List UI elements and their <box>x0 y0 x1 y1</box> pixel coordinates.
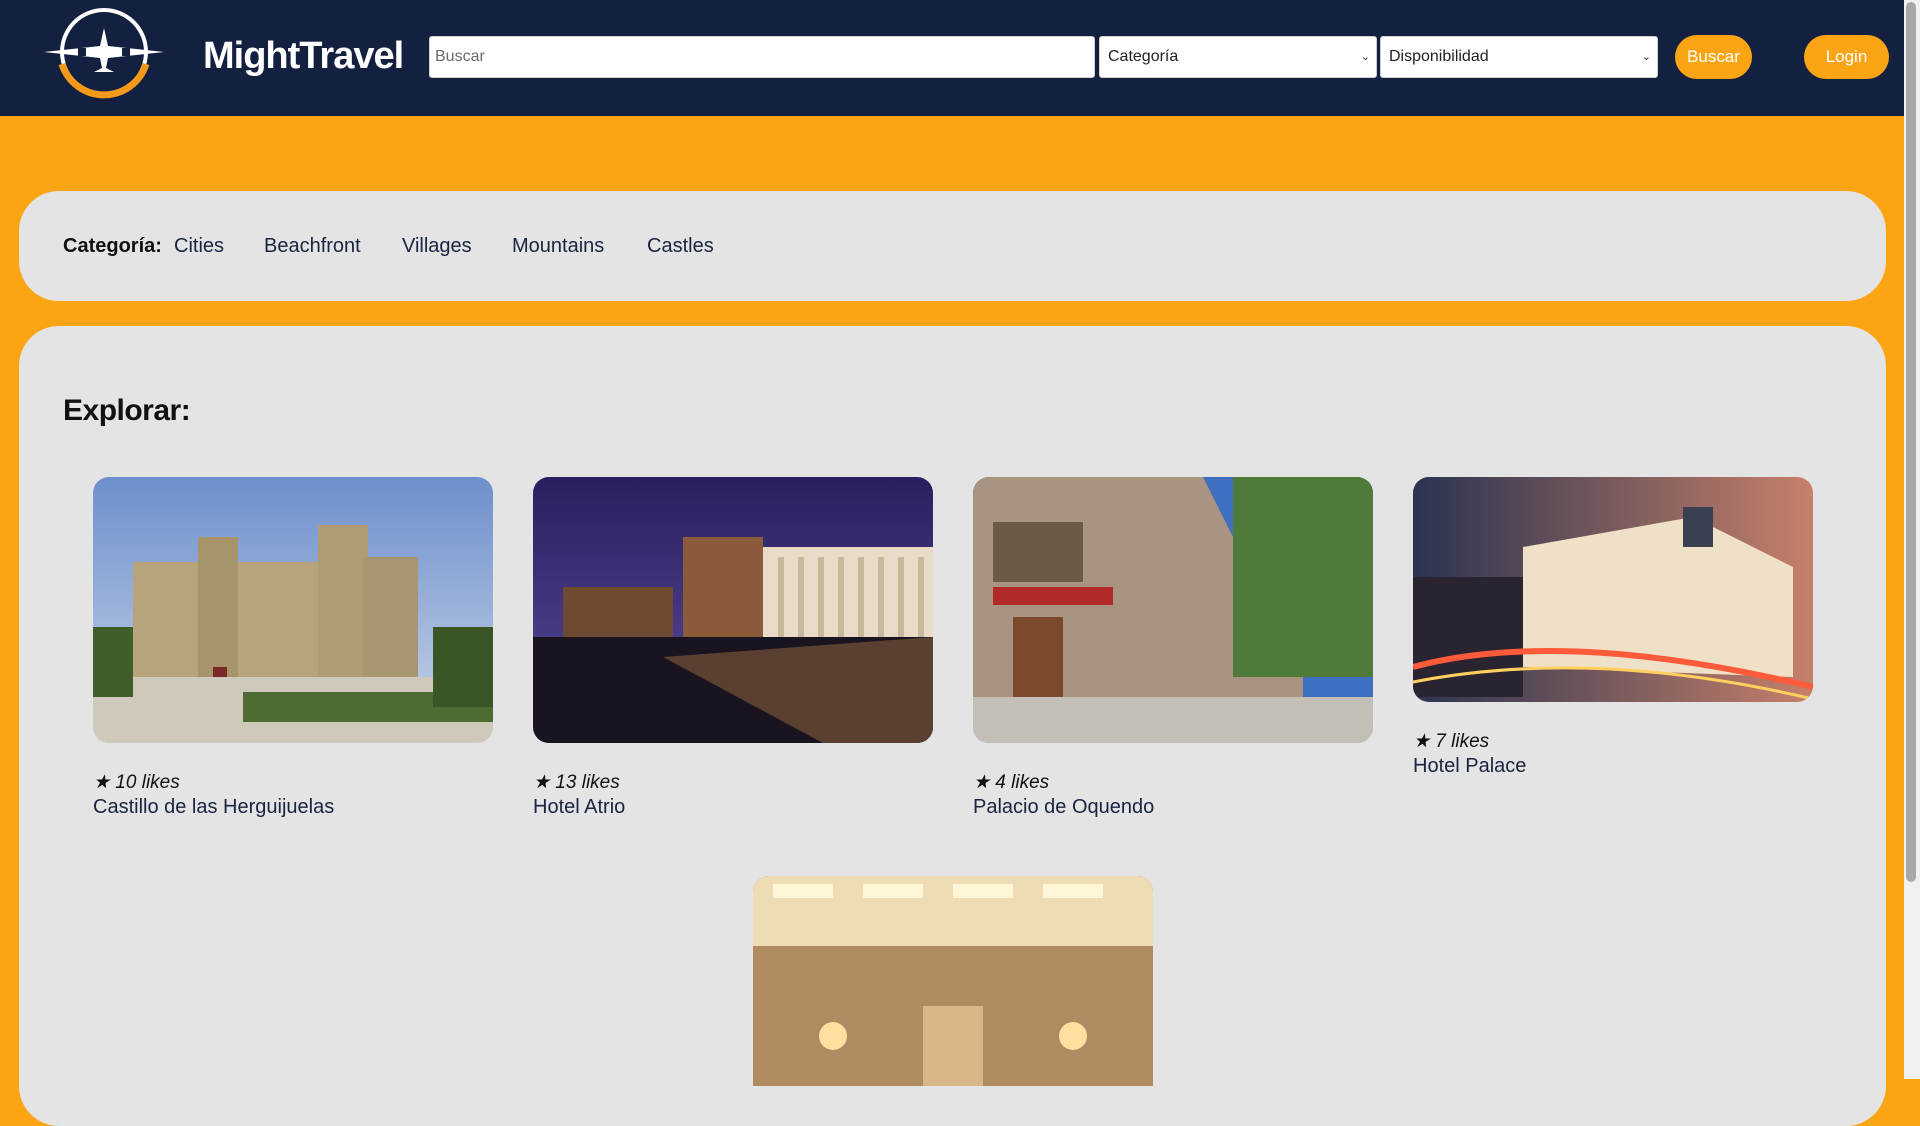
availability-select-value: Disponibilidad <box>1389 48 1489 65</box>
card-likes: ★ 4 likes <box>973 772 1050 793</box>
card-likes: ★ 10 likes <box>93 772 180 793</box>
category-link-castles[interactable]: Castles <box>647 235 714 258</box>
card-palacio-oquendo[interactable]: ★ 4 likes Palacio de Oquendo <box>973 477 1373 819</box>
chevron-down-icon: ⌄ <box>1641 51 1651 63</box>
explore-section: Explorar: ★ 10 likes Castillo de las Her… <box>19 326 1886 1126</box>
card-image-castle[interactable] <box>93 477 493 743</box>
page-scrollbar[interactable] <box>1904 0 1920 1079</box>
search-input[interactable] <box>429 36 1095 78</box>
category-bar: Categoría: Cities Beachfront Villages Mo… <box>19 191 1886 301</box>
login-button[interactable]: Login <box>1804 35 1889 79</box>
card-likes: ★ 7 likes <box>1413 731 1490 752</box>
category-link-cities[interactable]: Cities <box>174 235 224 258</box>
plane-logo-icon[interactable] <box>42 2 170 106</box>
category-link-villages[interactable]: Villages <box>402 235 472 258</box>
explore-title: Explorar: <box>63 394 191 427</box>
chevron-down-icon: ⌄ <box>1360 51 1370 63</box>
card-image-hotel-atrio[interactable] <box>533 477 933 743</box>
card-castillo[interactable]: ★ 10 likes Castillo de las Herguijuelas <box>93 477 493 819</box>
scrollbar-thumb[interactable] <box>1906 2 1916 882</box>
card-title[interactable]: Hotel Atrio <box>533 796 933 819</box>
category-link-beachfront[interactable]: Beachfront <box>264 235 361 258</box>
brand-name[interactable]: MightTravel <box>203 35 404 78</box>
category-bar-label: Categoría: <box>63 235 162 257</box>
card-title[interactable]: Palacio de Oquendo <box>973 796 1373 819</box>
search-button[interactable]: Buscar <box>1675 35 1752 79</box>
card-ballroom[interactable] <box>753 876 1153 1086</box>
card-hotel-atrio[interactable]: ★ 13 likes Hotel Atrio <box>533 477 933 819</box>
card-image-ballroom[interactable] <box>753 876 1153 1086</box>
card-likes: ★ 13 likes <box>533 772 620 793</box>
category-select-value: Categoría <box>1108 48 1179 65</box>
top-navbar: MightTravel Categoría ⌄ Disponibilidad ⌄… <box>0 0 1904 116</box>
card-image-palacio[interactable] <box>973 477 1373 743</box>
card-hotel-palace[interactable]: ★ 7 likes Hotel Palace <box>1413 477 1813 778</box>
card-image-hotel-palace[interactable] <box>1413 477 1813 702</box>
card-title[interactable]: Castillo de las Herguijuelas <box>93 796 493 819</box>
availability-select[interactable]: Disponibilidad ⌄ <box>1380 36 1658 78</box>
category-select[interactable]: Categoría ⌄ <box>1099 36 1377 78</box>
category-link-mountains[interactable]: Mountains <box>512 235 604 258</box>
card-title[interactable]: Hotel Palace <box>1413 755 1813 778</box>
